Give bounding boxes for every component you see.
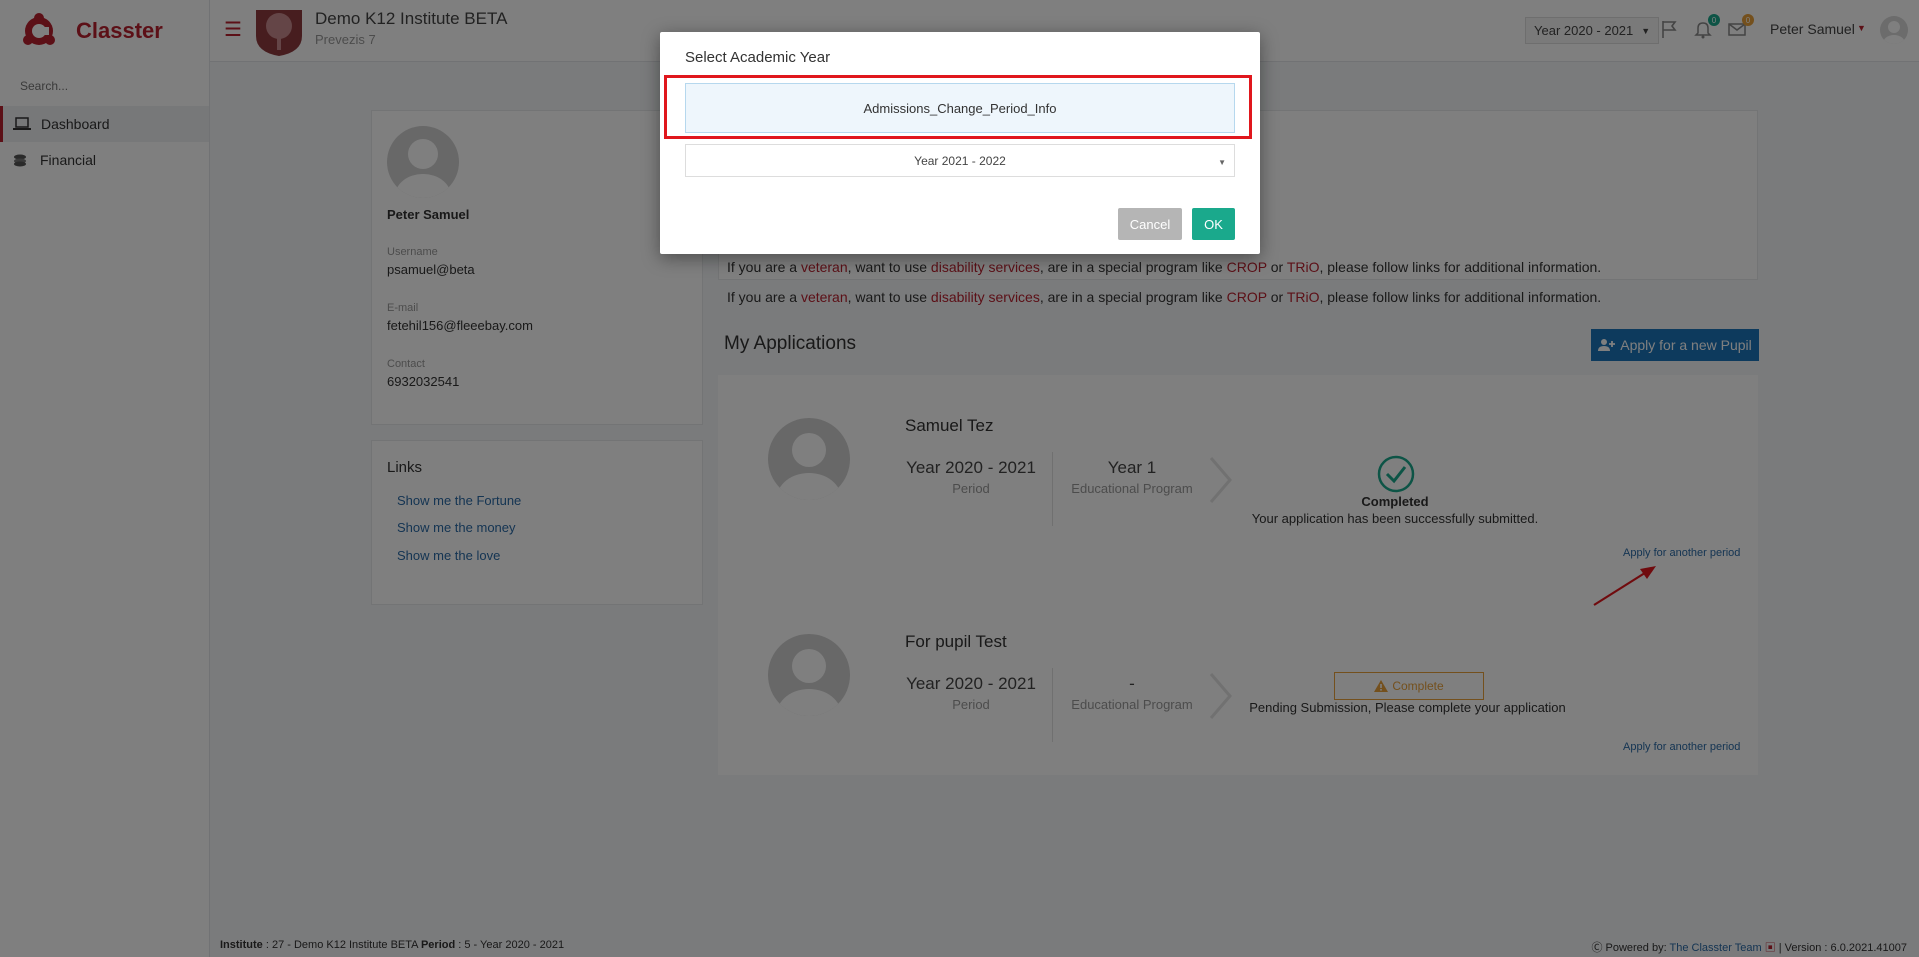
academic-year-dropdown-value: Year 2021 - 2022 — [914, 153, 1006, 168]
academic-year-dropdown[interactable]: Year 2021 - 2022 ▼ — [685, 144, 1235, 177]
cancel-button[interactable]: Cancel — [1118, 208, 1182, 240]
modal-title: Select Academic Year — [685, 49, 831, 66]
chevron-down-icon: ▼ — [1218, 158, 1226, 167]
annotation-highlight-box — [664, 75, 1252, 139]
select-academic-year-modal: Select Academic Year Admissions_Change_P… — [660, 32, 1260, 254]
ok-button[interactable]: OK — [1192, 208, 1235, 240]
